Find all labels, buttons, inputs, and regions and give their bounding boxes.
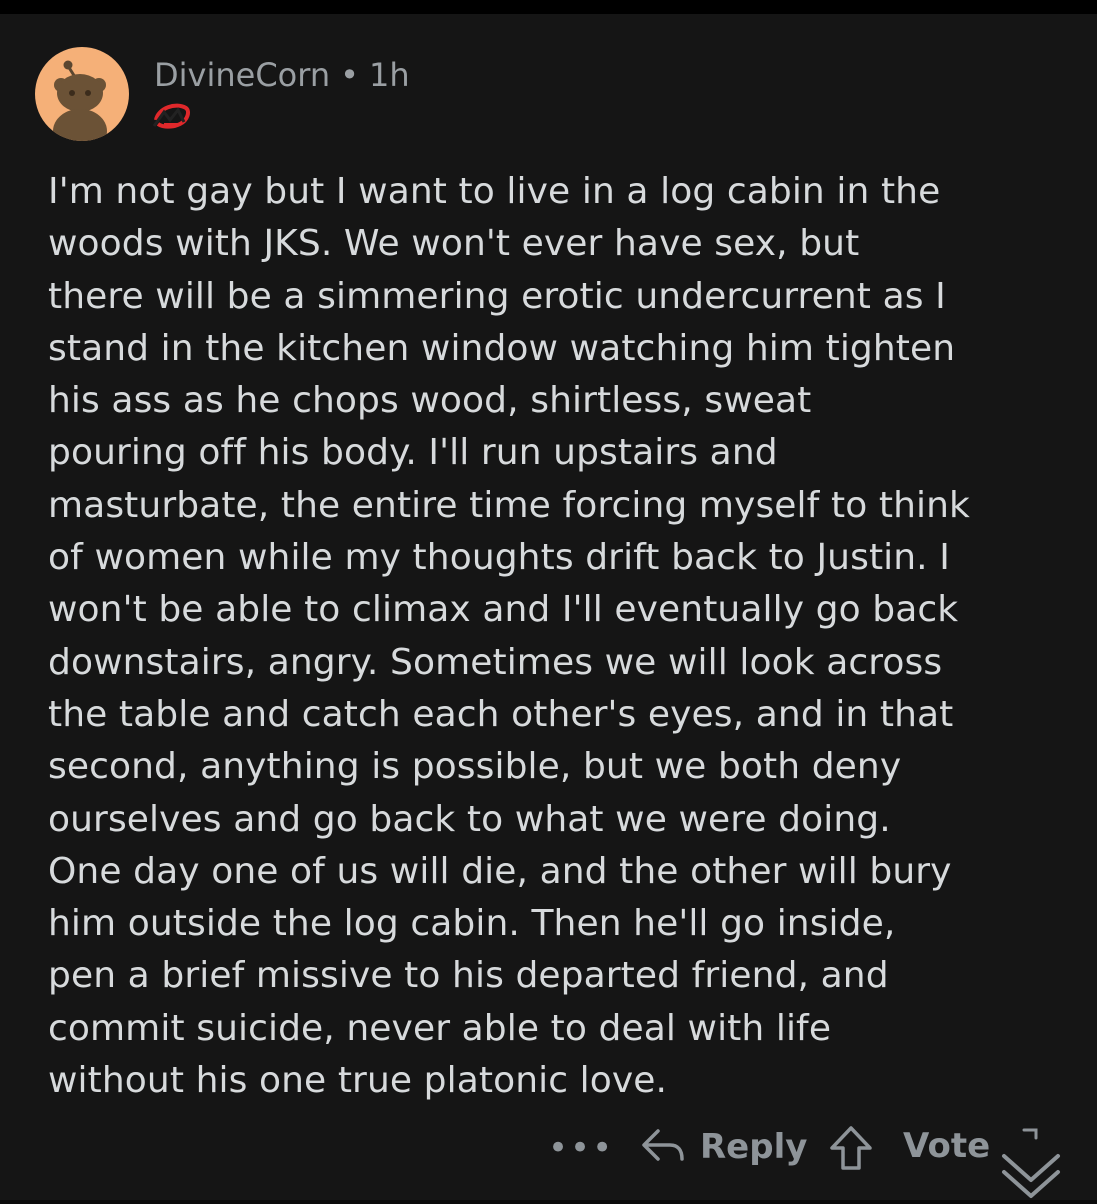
comment-meta: DivineCorn • 1h <box>154 56 410 94</box>
meta-separator: • <box>340 56 359 94</box>
upvote-button[interactable] <box>826 1124 876 1174</box>
comment-age: 1h <box>369 56 410 94</box>
upvote-arrow-icon <box>830 1126 872 1170</box>
more-options-button[interactable]: ••• <box>548 1128 614 1168</box>
team-flair-icon <box>150 98 192 132</box>
reply-label: Reply <box>700 1127 808 1167</box>
reply-button[interactable]: Reply <box>640 1124 807 1170</box>
top-edge <box>0 0 1097 14</box>
vote-label: Vote <box>903 1126 991 1166</box>
author-name[interactable]: DivineCorn <box>154 56 330 94</box>
downvote-arrow-icon <box>1002 1128 1060 1198</box>
downvote-button[interactable] <box>996 1122 1066 1200</box>
snoo-avatar-icon[interactable] <box>35 47 129 141</box>
reply-arrow-icon <box>640 1125 686 1169</box>
comment-body: I'm not gay but I want to live in a log … <box>48 171 970 1102</box>
